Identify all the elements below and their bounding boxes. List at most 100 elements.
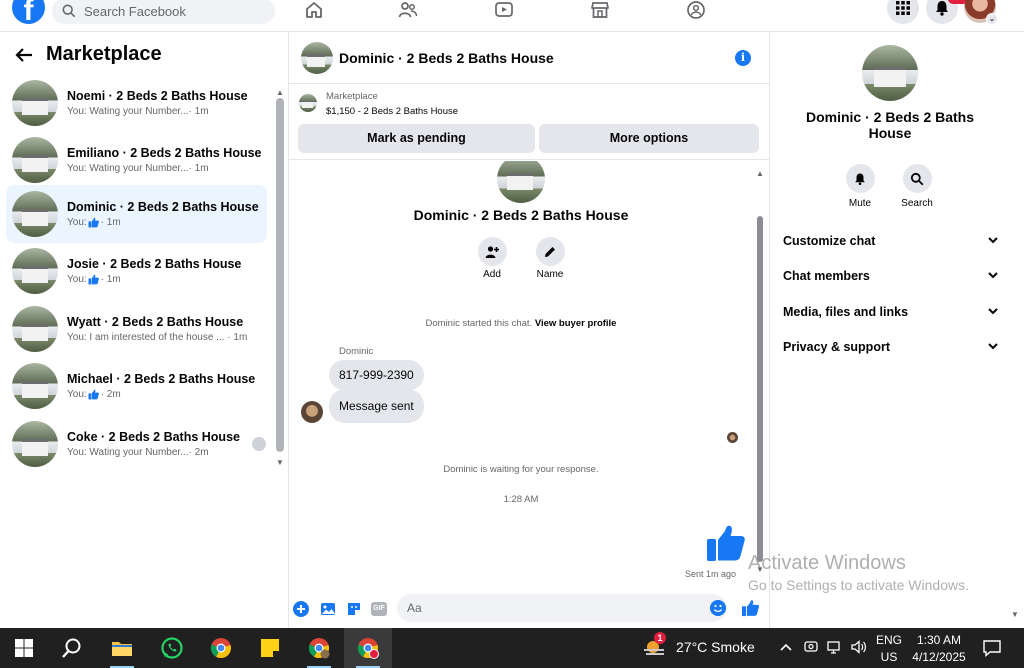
thumbs-up-icon (88, 389, 99, 400)
conversation-list-panel: Marketplace Noemi · 2 Beds 2 Baths House… (0, 32, 289, 628)
network-icon[interactable] (826, 639, 842, 658)
name-label: Name (536, 269, 564, 280)
clock-time: 1:30 AM (916, 633, 962, 647)
chevron-down-icon: ⌄ (986, 13, 998, 25)
details-listing-thumbnail[interactable] (862, 45, 918, 101)
conversation-thumbnail (12, 421, 58, 467)
marketplace-icon[interactable] (590, 0, 610, 20)
message-bubble[interactable]: Message sent (329, 389, 424, 423)
thumbs-up-icon (88, 274, 99, 285)
scroll-down-icon[interactable]: ▼ (276, 458, 284, 467)
conversation-item-emiliano[interactable]: Emiliano · 2 Beds 2 Baths House You: Wati… (6, 131, 267, 189)
message-composer: GIF (289, 592, 769, 628)
conversation-text: Dominic · 2 Beds 2 Baths House You: · 1m (67, 200, 259, 228)
conversation-title: Wyatt · 2 Beds 2 Baths House (67, 315, 244, 329)
listing-thumbnail[interactable] (301, 41, 333, 74)
conversation-item-coke[interactable]: Coke · 2 Beds 2 Baths House You: Wating y… (6, 415, 267, 473)
row-label: Privacy & support (783, 340, 890, 354)
message-input[interactable] (397, 594, 727, 622)
chat-header-title[interactable]: Dominic · 2 Beds 2 Baths House (339, 50, 554, 66)
weather-widget[interactable]: 1 27°C Smoke (642, 632, 755, 658)
chat-members-row[interactable]: Chat members (783, 266, 999, 286)
plus-circle-icon[interactable] (293, 601, 309, 617)
system-clock[interactable]: 1:30 AM 4/12/2025 (910, 632, 968, 666)
chrome-active-button[interactable] (344, 628, 392, 668)
emoji-icon[interactable] (710, 600, 726, 616)
search-box[interactable] (52, 0, 275, 24)
chrome-button[interactable] (197, 628, 245, 668)
sent-status: Sent 1m ago (685, 569, 737, 579)
like-send-icon[interactable] (742, 599, 760, 617)
photo-icon[interactable] (320, 601, 336, 617)
language-code: ENG (876, 633, 903, 647)
preview-time: · 1m (100, 274, 121, 285)
mute-label: Mute (848, 198, 872, 209)
conversation-item-michael[interactable]: Michael · 2 Beds 2 Baths House You: · 2m (6, 357, 267, 415)
conversation-thumbnail (12, 248, 58, 294)
meet-icon[interactable] (803, 639, 819, 658)
taskbar-search-button[interactable] (48, 628, 96, 668)
profile-avatar[interactable]: ⌄ (964, 0, 998, 25)
show-hidden-icons-icon[interactable] (778, 639, 794, 658)
listing-price[interactable]: $1,150 - 2 Beds 2 Baths House (326, 106, 458, 117)
friends-icon[interactable] (398, 0, 418, 20)
name-action[interactable]: Name (528, 237, 572, 280)
privacy-support-row[interactable]: Privacy & support (783, 337, 999, 357)
preview-time: · 1m (188, 163, 209, 174)
chevron-down-icon (988, 237, 998, 244)
file-explorer-button[interactable] (98, 628, 146, 668)
volume-icon[interactable] (850, 639, 868, 658)
listing-card: Marketplace $1,150 - 2 Beds 2 Baths Hous… (289, 85, 769, 160)
conversation-thumbnail (12, 137, 58, 183)
chrome-badge-icon (357, 638, 379, 659)
add-action[interactable]: Add (470, 237, 514, 280)
mute-action[interactable]: Mute (838, 164, 882, 209)
conversation-thumbnail (12, 80, 58, 126)
conversation-item-josie[interactable]: Josie · 2 Beds 2 Baths House You: · 1m (6, 242, 267, 300)
more-options-button[interactable]: More options (539, 124, 759, 153)
sticker-icon[interactable] (346, 601, 362, 617)
listing-mini-thumbnail[interactable] (299, 94, 317, 112)
menu-grid-icon[interactable] (887, 0, 919, 24)
sender-avatar (301, 401, 323, 423)
conversation-item-wyatt[interactable]: Wyatt · 2 Beds 2 Baths House You: I am in… (6, 300, 267, 358)
gif-icon[interactable]: GIF (371, 602, 387, 616)
folder-icon (112, 642, 132, 656)
start-button[interactable] (0, 628, 48, 668)
page-scroll-down-icon[interactable]: ▼ (1011, 610, 1019, 619)
chevron-down-icon (988, 272, 998, 279)
weather-alert-badge: 1 (654, 632, 666, 644)
notification-center-icon[interactable] (982, 638, 1002, 661)
conversation-item-noemi[interactable]: Noemi · 2 Beds 2 Baths House You: Wating … (6, 74, 267, 132)
conversation-text: Wyatt · 2 Beds 2 Baths House You: I am in… (67, 315, 247, 343)
mark-as-pending-button[interactable]: Mark as pending (298, 124, 535, 153)
view-buyer-profile-link[interactable]: View buyer profile (535, 318, 617, 329)
customize-chat-row[interactable]: Customize chat (783, 231, 999, 251)
back-arrow-icon[interactable] (14, 45, 34, 65)
search-input[interactable] (84, 3, 264, 19)
chat-scroll-up-icon[interactable]: ▲ (756, 169, 764, 178)
whatsapp-button[interactable] (148, 628, 196, 668)
info-icon[interactable]: i (735, 50, 751, 66)
language-indicator[interactable]: ENG US (876, 632, 902, 666)
facebook-logo-icon[interactable]: f (12, 0, 45, 24)
sticky-notes-button[interactable] (246, 628, 294, 668)
row-label: Chat members (783, 269, 870, 283)
chrome-profile-button[interactable] (295, 628, 343, 668)
preview-text: I am interested of the house ... (86, 332, 225, 343)
scroll-up-icon[interactable]: ▲ (276, 88, 284, 97)
scrollbar-thumb[interactable] (276, 98, 284, 452)
seen-indicator-avatar (727, 432, 738, 443)
watermark-subtitle: Go to Settings to activate Windows. (748, 577, 969, 593)
preview-prefix: You: (67, 447, 87, 458)
chat-scrollbar-thumb[interactable] (757, 216, 763, 562)
video-icon[interactable] (494, 0, 514, 20)
message-bubble[interactable]: 817-999-2390 (329, 360, 424, 390)
home-icon[interactable] (304, 0, 324, 20)
conversation-text: Noemi · 2 Beds 2 Baths House You: Wating … (67, 89, 248, 117)
media-files-links-row[interactable]: Media, files and links (783, 302, 999, 322)
bell-icon (855, 173, 865, 185)
groups-icon[interactable] (686, 0, 706, 20)
search-action[interactable]: Search (895, 164, 939, 209)
conversation-item-dominic[interactable]: Dominic · 2 Beds 2 Baths House You: · 1m (6, 185, 267, 243)
